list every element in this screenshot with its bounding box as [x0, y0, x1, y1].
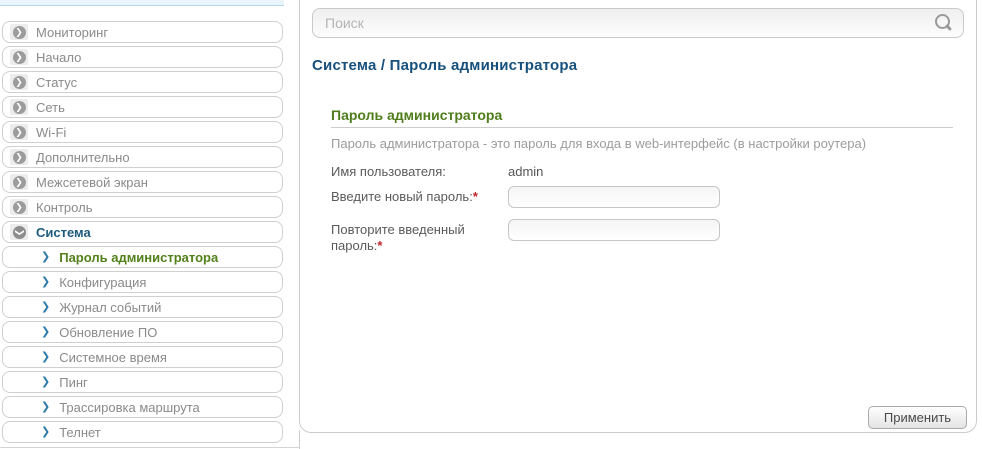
icon-box: ❯	[10, 74, 28, 90]
sidebar-subitem-traceroute[interactable]: ❯ Трассировка маршрута	[2, 396, 283, 418]
sidebar-item-label: Система	[36, 225, 91, 240]
icon-box: ❯	[10, 124, 28, 140]
icon-box: ❯	[10, 174, 28, 190]
sidebar-item-advanced[interactable]: ❯ Дополнительно	[2, 146, 283, 168]
sidebar-item-label: Начало	[36, 50, 81, 65]
sidebar-item-label: Контроль	[36, 200, 92, 215]
new-password-row: Введите новый пароль:*	[331, 189, 720, 208]
icon-box: ❯	[10, 99, 28, 115]
sidebar-subitem-label: Пароль администратора	[59, 250, 218, 265]
search-icon[interactable]	[935, 14, 950, 29]
sidebar-nav: ❯ Мониторинг ❯ Начало ❯ Статус ❯ Сеть ❯ …	[2, 21, 283, 446]
sidebar-bottom-divider	[0, 447, 300, 448]
sidebar-subitem-telnet[interactable]: ❯ Телнет	[2, 421, 283, 443]
sidebar-subitem-label: Системное время	[59, 350, 167, 365]
chevron-right-icon: ❯	[41, 377, 50, 388]
search-input[interactable]	[312, 8, 964, 38]
icon-box: ❯	[10, 24, 28, 40]
chevron-right-circle-icon: ❯	[13, 76, 26, 89]
sidebar-item-network[interactable]: ❯ Сеть	[2, 96, 283, 118]
sidebar-subitem-label: Обновление ПО	[59, 325, 157, 340]
sidebar-item-status[interactable]: ❯ Статус	[2, 71, 283, 93]
sidebar-subitem-label: Пинг	[59, 375, 88, 390]
chevron-right-circle-icon: ❯	[13, 51, 26, 64]
panel-left-border-tail	[299, 430, 300, 449]
sidebar-item-label: Статус	[36, 75, 77, 90]
new-password-label: Введите новый пароль:*	[331, 189, 508, 208]
breadcrumb: Система / Пароль администратора	[312, 57, 577, 74]
sidebar-subitem-label: Конфигурация	[59, 275, 146, 290]
chevron-right-circle-icon: ❯	[13, 151, 26, 164]
chevron-right-icon: ❯	[41, 277, 50, 288]
section-divider	[331, 127, 953, 128]
sidebar-subitem-event-log[interactable]: ❯ Журнал событий	[2, 296, 283, 318]
sidebar-subitem-ping[interactable]: ❯ Пинг	[2, 371, 283, 393]
sidebar-item-label: Мониторинг	[36, 25, 108, 40]
header-remnant-strip	[0, 0, 284, 6]
apply-button[interactable]: Применить	[868, 406, 967, 429]
new-password-input[interactable]	[508, 186, 720, 208]
sidebar-subitem-system-time[interactable]: ❯ Системное время	[2, 346, 283, 368]
chevron-right-icon: ❯	[41, 427, 50, 438]
chevron-right-icon: ❯	[41, 327, 50, 338]
icon-box: ❯	[10, 49, 28, 65]
username-value: admin	[508, 164, 543, 180]
chevron-right-icon: ❯	[41, 402, 50, 413]
chevron-right-icon: ❯	[41, 302, 50, 313]
chevron-right-icon: ❯	[41, 252, 50, 263]
sidebar-item-monitoring[interactable]: ❯ Мониторинг	[2, 21, 283, 43]
chevron-right-icon: ❯	[41, 352, 50, 363]
sidebar-subitem-label: Трассировка маршрута	[59, 400, 200, 415]
icon-box: ❯	[10, 149, 28, 165]
search-field-wrap	[312, 8, 964, 38]
chevron-right-circle-icon: ❯	[13, 176, 26, 189]
icon-box: ❯	[10, 199, 28, 215]
sidebar-item-label: Дополнительно	[36, 150, 130, 165]
repeat-password-input[interactable]	[508, 219, 720, 241]
sidebar-item-wifi[interactable]: ❯ Wi-Fi	[2, 121, 283, 143]
repeat-password-label: Повторите введенный пароль:*	[331, 222, 508, 254]
required-asterisk: *	[473, 189, 478, 204]
sidebar-item-control[interactable]: ❯ Контроль	[2, 196, 283, 218]
chevron-down-circle-icon: ❯	[13, 226, 26, 239]
repeat-password-row: Повторите введенный пароль:*	[331, 222, 720, 254]
chevron-right-circle-icon: ❯	[13, 101, 26, 114]
required-asterisk: *	[377, 238, 382, 253]
sidebar-item-system[interactable]: ❯ Система	[2, 221, 283, 243]
sidebar-subitem-label: Журнал событий	[59, 300, 161, 315]
sidebar-subitem-admin-password[interactable]: ❯ Пароль администратора	[2, 246, 283, 268]
icon-box: ❯	[10, 224, 28, 240]
chevron-right-circle-icon: ❯	[13, 126, 26, 139]
sidebar-subitem-label: Телнет	[59, 425, 101, 440]
sidebar-item-label: Межсетевой экран	[36, 175, 148, 190]
sidebar-item-label: Wi-Fi	[36, 125, 66, 140]
username-label: Имя пользователя:	[331, 164, 508, 180]
chevron-right-circle-icon: ❯	[13, 201, 26, 214]
chevron-right-circle-icon: ❯	[13, 26, 26, 39]
sidebar-item-firewall[interactable]: ❯ Межсетевой экран	[2, 171, 283, 193]
sidebar-subitem-firmware-update[interactable]: ❯ Обновление ПО	[2, 321, 283, 343]
main-panel: Система / Пароль администратора Пароль а…	[299, 0, 977, 433]
sidebar-subitem-configuration[interactable]: ❯ Конфигурация	[2, 271, 283, 293]
sidebar-item-label: Сеть	[36, 100, 65, 115]
username-row: Имя пользователя: admin	[331, 164, 543, 180]
sidebar-item-start[interactable]: ❯ Начало	[2, 46, 283, 68]
section-title: Пароль администратора	[331, 107, 502, 123]
section-description: Пароль администратора - это пароль для в…	[331, 136, 866, 151]
